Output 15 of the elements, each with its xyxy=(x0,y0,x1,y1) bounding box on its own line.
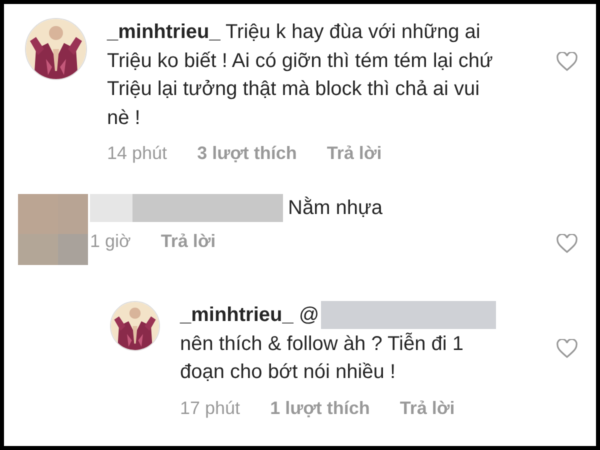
comment-text: _minhtrieu_ Triệu k hay đùa với những ai Triệu ko biết ! Ai có giỡn thì tém tém lại chứ Triệu lại tưởng thật mà block thì chả ai vui nè ! xyxy=(107,20,494,130)
comment-author: _minhtrieu_ @ xyxy=(180,303,320,328)
comment-text: Nằm nhựa xyxy=(288,196,383,221)
likes-link[interactable]: 1 lượt thích xyxy=(270,398,370,418)
likes-link[interactable]: 3 lượt thích xyxy=(197,143,297,164)
heart-icon[interactable] xyxy=(556,339,578,359)
comment-time: 14 phút xyxy=(107,143,168,164)
heart-icon[interactable] xyxy=(556,234,578,254)
comment-time: 1 giờ xyxy=(90,230,131,252)
reply-link[interactable]: Trả lời xyxy=(326,143,382,164)
comment-time: 17 phút xyxy=(180,398,240,418)
reply-link[interactable]: Trả lời xyxy=(160,230,216,252)
reply-link[interactable]: Trả lời xyxy=(400,398,455,418)
heart-icon[interactable] xyxy=(556,52,578,72)
comment-text: nên thích & follow àh ? Tiễn đi 1 đoạn cho bớt nói nhiều ! xyxy=(180,332,465,385)
